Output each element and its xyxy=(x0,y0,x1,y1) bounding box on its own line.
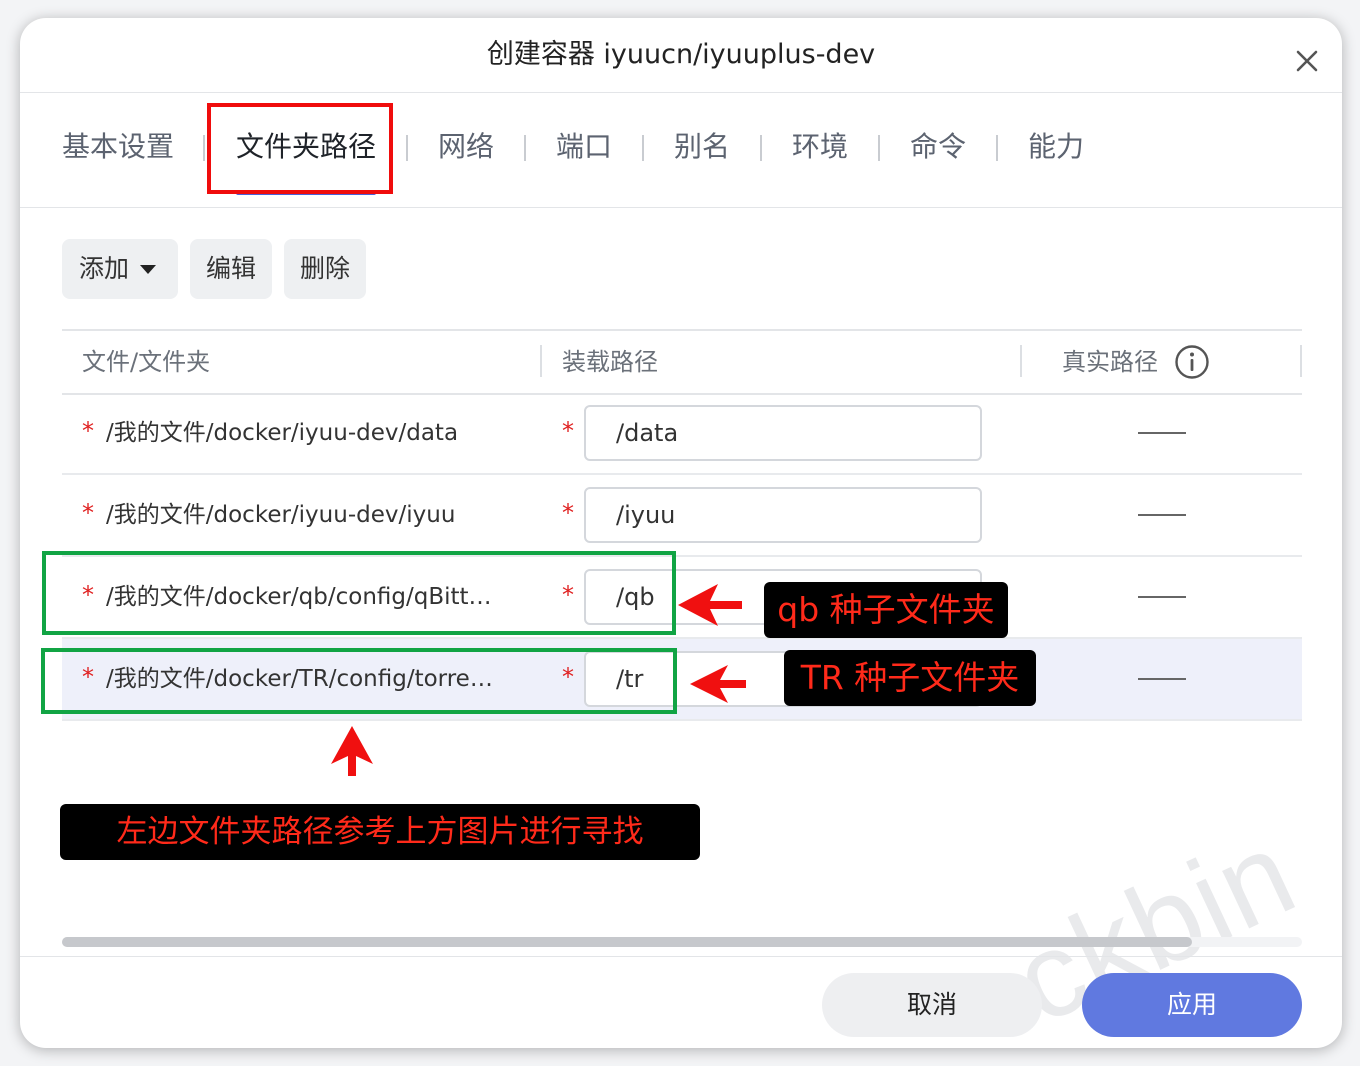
info-icon[interactable] xyxy=(1174,344,1210,380)
delete-button[interactable]: 删除 xyxy=(284,239,366,299)
arrow-icon xyxy=(331,726,373,776)
column-header-file: 文件/文件夹 xyxy=(82,348,211,376)
table-row[interactable]: * /我的文件/docker/iyuu-dev/iyuu * /iyuu xyxy=(62,475,1302,557)
table-header: 文件/文件夹 装载路径 真实路径 xyxy=(62,329,1302,395)
tab-ports[interactable]: 端口 xyxy=(556,127,612,167)
file-path: /我的文件/docker/iyuu-dev/iyuu xyxy=(106,502,456,528)
file-path: /我的文件/docker/iyuu-dev/data xyxy=(106,420,459,446)
annotation-green-box-qb xyxy=(42,551,676,635)
tab-command[interactable]: 命令 xyxy=(910,127,966,167)
required-star: * xyxy=(562,499,574,527)
cancel-button[interactable]: 取消 xyxy=(822,973,1042,1037)
create-container-dialog: 创建容器 iyuucn/iyuuplus-dev 基本设置 文件夹路径 网络 端… xyxy=(20,18,1342,1048)
annotation-qb-label: qb 种子文件夹 xyxy=(764,582,1008,638)
tab-basic-settings[interactable]: 基本设置 xyxy=(62,127,174,167)
real-path-empty xyxy=(1138,596,1186,598)
column-header-real-path: 真实路径 xyxy=(1062,348,1158,376)
mount-path-input[interactable]: /iyuu xyxy=(584,487,982,543)
required-star: * xyxy=(562,417,574,445)
tab-capabilities[interactable]: 能力 xyxy=(1028,127,1084,167)
tab-separator xyxy=(524,135,526,161)
tabs-divider xyxy=(20,207,1342,208)
edit-button[interactable]: 编辑 xyxy=(190,239,272,299)
table-row[interactable]: * /我的文件/docker/iyuu-dev/data * /data xyxy=(62,393,1302,475)
dialog-title: 创建容器 iyuucn/iyuuplus-dev xyxy=(486,39,876,70)
column-separator xyxy=(540,345,542,377)
tab-separator xyxy=(878,135,880,161)
tab-separator xyxy=(760,135,762,161)
tab-separator xyxy=(642,135,644,161)
tab-separator xyxy=(406,135,408,161)
tab-network[interactable]: 网络 xyxy=(438,127,494,167)
chevron-down-icon xyxy=(140,265,156,274)
add-button-label: 添加 xyxy=(79,254,130,283)
apply-button[interactable]: 应用 xyxy=(1082,973,1302,1037)
real-path-empty xyxy=(1138,678,1186,680)
tab-bar: 基本设置 文件夹路径 网络 端口 别名 环境 命令 能力 xyxy=(20,93,1342,207)
footer-divider xyxy=(20,956,1342,957)
tab-environment[interactable]: 环境 xyxy=(792,127,848,167)
column-separator xyxy=(1300,345,1302,377)
close-icon[interactable] xyxy=(1292,46,1322,76)
tab-separator xyxy=(203,135,205,161)
horizontal-scrollbar-thumb[interactable] xyxy=(62,937,1192,947)
annotation-tr-label: TR 种子文件夹 xyxy=(784,650,1036,706)
required-star: * xyxy=(82,417,94,445)
annotation-red-box xyxy=(207,103,393,194)
column-header-mount: 装载路径 xyxy=(562,348,658,376)
arrow-icon xyxy=(690,665,746,703)
mount-path-input[interactable]: /data xyxy=(584,405,982,461)
tab-alias[interactable]: 别名 xyxy=(674,127,730,167)
annotation-green-box-tr xyxy=(41,648,677,714)
column-separator xyxy=(1020,345,1022,377)
real-path-empty xyxy=(1138,514,1186,516)
annotation-left-note: 左边文件夹路径参考上方图片进行寻找 xyxy=(60,804,700,860)
add-dropdown-button[interactable]: 添加 xyxy=(62,239,178,299)
tab-separator xyxy=(996,135,998,161)
real-path-empty xyxy=(1138,432,1186,434)
arrow-icon xyxy=(678,584,742,626)
required-star: * xyxy=(82,499,94,527)
